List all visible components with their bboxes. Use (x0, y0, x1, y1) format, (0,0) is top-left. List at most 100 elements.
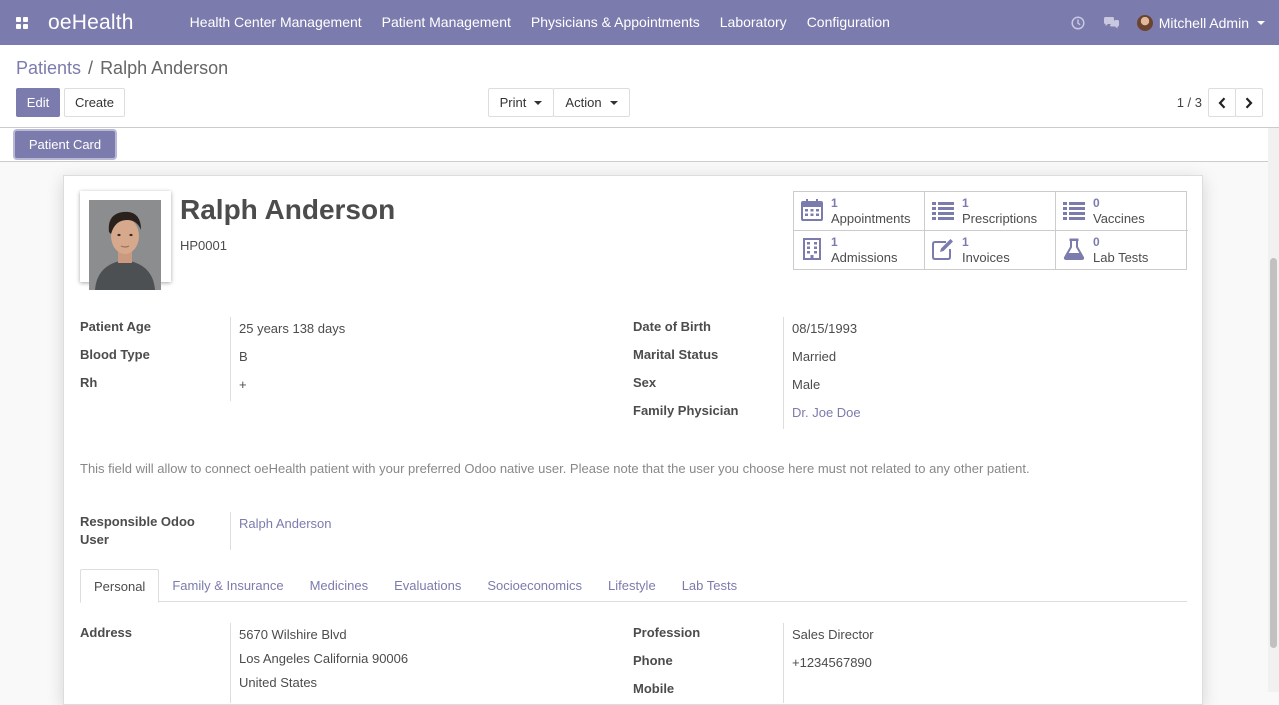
mobile-label: Mobile (633, 681, 675, 696)
appointments-button[interactable]: 1 Appointments (794, 192, 925, 231)
action-dropdown[interactable]: Action (553, 88, 630, 117)
appointments-count: 1 (831, 196, 838, 210)
control-panel: Patients / Ralph Anderson Edit Create Prin… (0, 45, 1279, 128)
print-dropdown[interactable]: Print (488, 88, 554, 117)
action-label: Action (565, 95, 602, 110)
menu-health-center-management[interactable]: Health Center Management (180, 0, 372, 45)
pager-previous-button[interactable] (1208, 88, 1236, 117)
invoices-button[interactable]: 1 Invoices (925, 231, 1056, 270)
apps-menu-icon[interactable] (0, 0, 44, 45)
menu-configuration[interactable]: Configuration (797, 0, 900, 45)
prescriptions-count: 1 (962, 196, 969, 210)
breadcrumb-current: Ralph Anderson (100, 58, 229, 78)
marital-status-value: Married (792, 349, 837, 364)
patient-name: Ralph Anderson (180, 194, 396, 225)
family-physician-link[interactable]: Dr. Joe Doe (792, 405, 861, 420)
tab-family-insurance[interactable]: Family & Insurance (159, 569, 296, 602)
marital-status-label: Marital Status (633, 347, 719, 362)
blood-type-label: Blood Type (80, 347, 150, 362)
menu-physicians-appointments[interactable]: Physicians & Appointments (521, 0, 710, 45)
edit-icon (932, 239, 953, 260)
patient-age-value: 25 years 138 days (239, 321, 346, 336)
main-menu: Health Center Management Patient Managem… (180, 0, 900, 45)
appointments-label: Appointments (831, 211, 911, 226)
admissions-count: 1 (831, 235, 838, 249)
blood-type-value: B (239, 349, 248, 364)
field-divider (783, 623, 784, 703)
edit-button[interactable]: Edit (16, 88, 60, 117)
tab-lifestyle[interactable]: Lifestyle (595, 569, 669, 602)
chevron-left-icon (1218, 96, 1226, 109)
help-text: This field will allow to connect oeHealt… (80, 461, 1030, 476)
lab-tests-count: 0 (1093, 235, 1100, 249)
rh-label: Rh (80, 375, 98, 390)
lab-tests-label: Lab Tests (1093, 250, 1149, 265)
smart-buttons: 1 Appointments 1 Prescriptions 0 Vaccine… (793, 191, 1188, 270)
field-divider (230, 623, 231, 703)
field-divider (783, 317, 784, 429)
chevron-down-icon (609, 100, 618, 105)
family-physician-label: Family Physician (633, 403, 739, 418)
vaccines-count: 0 (1093, 196, 1100, 210)
sex-label: Sex (633, 375, 657, 390)
calendar-icon (801, 199, 823, 221)
scrollbar-thumb[interactable] (1270, 258, 1277, 648)
tab-socioeconomics[interactable]: Socioeconomics (474, 569, 595, 602)
patient-card-button[interactable]: Patient Card (15, 131, 115, 158)
breadcrumb-patients[interactable]: Patients (16, 58, 81, 78)
list-icon (1063, 202, 1085, 220)
brand-name[interactable]: oeHealth (48, 11, 134, 35)
rh-value: + (239, 377, 247, 392)
admissions-label: Admissions (831, 250, 898, 265)
notebook-tabs: Personal Family & Insurance Medicines Ev… (80, 569, 1187, 603)
responsible-user-label-line1: Responsible Odoo (80, 514, 195, 529)
building-icon (803, 238, 821, 260)
print-label: Print (499, 95, 527, 110)
admissions-button[interactable]: 1 Admissions (794, 231, 925, 270)
scrollbar[interactable] (1268, 128, 1279, 692)
chat-icon[interactable] (1095, 0, 1129, 45)
menu-laboratory[interactable]: Laboratory (710, 0, 797, 45)
patient-code: HP0001 (180, 238, 227, 253)
chevron-right-icon (1245, 96, 1253, 109)
navbar-right: Mitchell Admin (1061, 0, 1279, 45)
pager-value[interactable]: 1 / 3 (1177, 95, 1202, 110)
vaccines-button[interactable]: 0 Vaccines (1056, 192, 1188, 231)
prescriptions-button[interactable]: 1 Prescriptions (925, 192, 1056, 231)
tab-lab-tests[interactable]: Lab Tests (669, 569, 750, 602)
clock-icon[interactable] (1061, 0, 1095, 45)
chevron-down-icon (534, 100, 543, 105)
list-icon (932, 202, 954, 220)
responsible-user-label-line2: User (80, 532, 109, 547)
breadcrumb: Patients / Ralph Anderson (16, 58, 228, 79)
flask-icon (1063, 238, 1085, 260)
sex-value: Male (792, 377, 821, 392)
create-button[interactable]: Create (64, 88, 125, 117)
address-line-3: United States (239, 675, 318, 690)
tab-medicines[interactable]: Medicines (297, 569, 382, 602)
field-divider (230, 317, 231, 401)
tab-evaluations[interactable]: Evaluations (381, 569, 474, 602)
user-name: Mitchell Admin (1158, 14, 1249, 31)
patient-age-label: Patient Age (80, 319, 152, 334)
breadcrumb-separator: / (88, 58, 94, 78)
patient-photo[interactable] (80, 191, 171, 290)
date-of-birth-label: Date of Birth (633, 319, 711, 334)
user-menu[interactable]: Mitchell Admin (1129, 14, 1279, 31)
responsible-user-label: Responsible Odoo User (80, 514, 195, 547)
tab-personal[interactable]: Personal (80, 569, 160, 603)
field-divider (230, 512, 231, 550)
user-avatar (1136, 14, 1153, 31)
profession-label: Profession (633, 625, 701, 640)
chevron-down-icon (1257, 20, 1265, 25)
date-of-birth-value: 08/15/1993 (792, 321, 858, 336)
statusbar: Patient Card (0, 128, 1268, 162)
phone-label: Phone (633, 653, 673, 668)
menu-patient-management[interactable]: Patient Management (372, 0, 521, 45)
patient-photo-image (89, 200, 161, 290)
pager-next-button[interactable] (1235, 88, 1263, 117)
profession-value: Sales Director (792, 627, 874, 642)
responsible-user-link[interactable]: Ralph Anderson (239, 516, 332, 531)
top-navbar: oeHealth Health Center Management Patien… (0, 0, 1279, 45)
lab-tests-button[interactable]: 0 Lab Tests (1056, 231, 1188, 270)
